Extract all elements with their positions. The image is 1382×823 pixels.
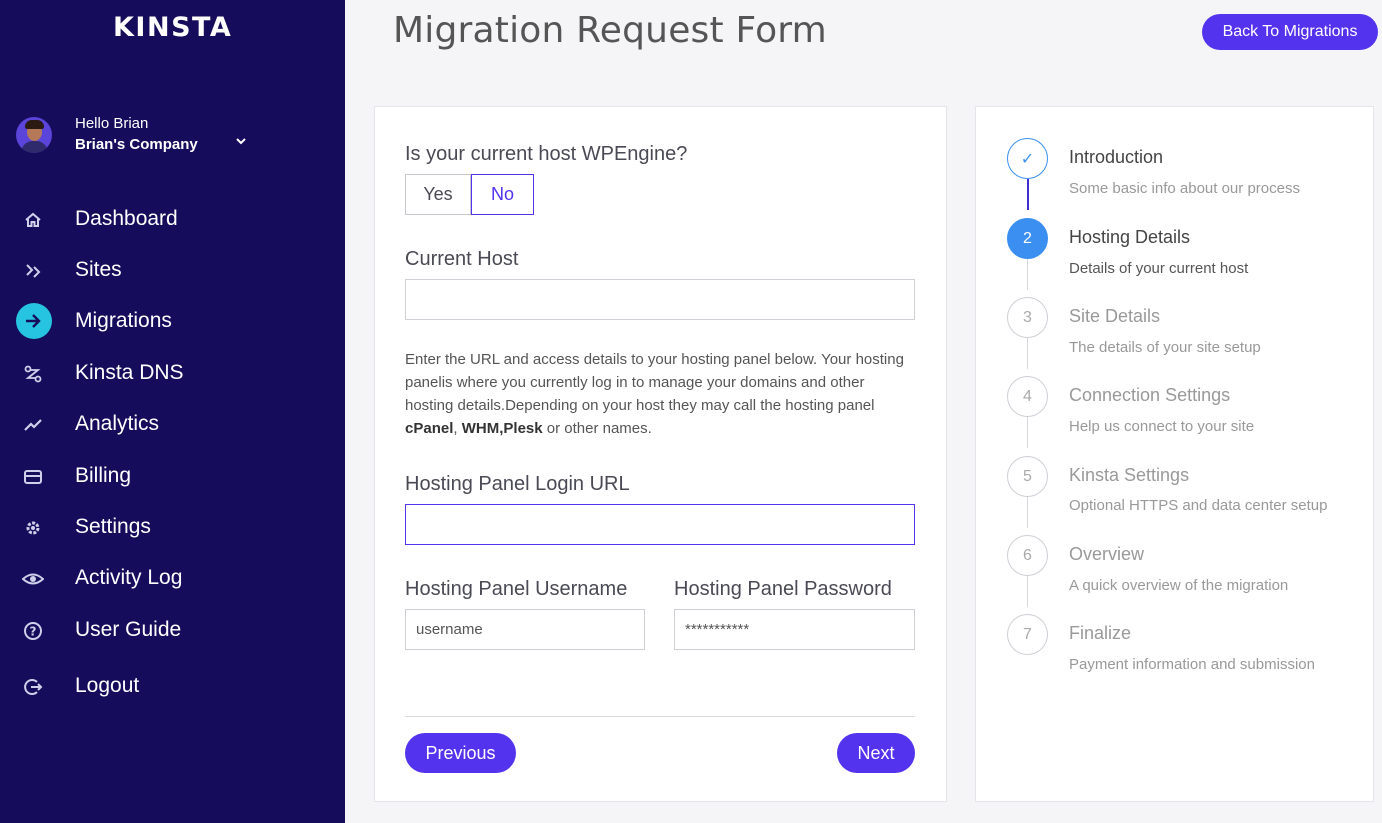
page-title: Migration Request Form [393,10,827,51]
form-divider [405,716,915,717]
user-menu[interactable]: Hello Brian Brian's Company [16,114,336,160]
sidebar-item-billing[interactable]: Billing [0,454,345,498]
step-subtitle: Payment information and submission [1069,656,1315,673]
sidebar-item-kinsta-dns[interactable]: Kinsta DNS [0,351,345,395]
username-label: Hosting Panel Username [405,578,628,600]
step-title: Kinsta Settings [1069,465,1190,485]
svg-text:?: ? [30,625,37,639]
step-connector [1027,259,1028,290]
login-url-label: Hosting Panel Login URL [405,473,630,495]
sidebar-item-logout[interactable]: Logout [0,664,345,708]
previous-button[interactable]: Previous [405,733,516,773]
help-plesk: Plesk [503,420,543,437]
greeting: Hello Brian [75,115,149,132]
check-icon[interactable]: ✓ [1007,138,1048,179]
wpengine-question: Is your current host WPEngine? [405,143,688,165]
sidebar-item-sites[interactable]: Sites [0,248,345,292]
sidebar-item-label: Billing [75,464,132,487]
sidebar-item-migrations[interactable]: Migrations [0,299,345,343]
step-connector [1027,417,1028,448]
help-whm: WHM [461,420,500,437]
sites-icon [22,260,44,282]
step-number[interactable]: 2 [1007,218,1048,259]
step-connector [1027,497,1028,528]
next-button[interactable]: Next [837,733,915,773]
step-title: Connection Settings [1069,385,1231,405]
step-number: 5 [1007,456,1048,497]
sidebar-item-label: Sites [75,258,122,281]
eye-icon [22,568,44,590]
step-title[interactable]: Introduction [1069,147,1163,168]
step-number: 6 [1007,535,1048,576]
sidebar-item-settings[interactable]: Settings [0,505,345,549]
sidebar-item-label: User Guide [75,618,182,641]
sidebar-item-label: Analytics [75,412,160,435]
sidebar-item-analytics[interactable]: Analytics [0,402,345,446]
no-option[interactable]: No [471,174,534,215]
sidebar-item-label: Settings [75,515,151,538]
help-icon: ? [22,620,44,642]
analytics-icon [22,414,44,436]
sidebar-item-label: Activity Log [75,566,183,589]
step-subtitle: Details of your current host [1069,260,1249,277]
gear-icon [22,517,44,539]
current-host-label: Current Host [405,248,519,270]
step-subtitle: Help us connect to your site [1069,418,1255,435]
password-input[interactable] [674,609,915,650]
login-url-input[interactable] [405,504,915,545]
kinsta-logo[interactable]: KINSTA [113,12,232,43]
current-host-input[interactable] [405,279,915,320]
step-number: 7 [1007,614,1048,655]
sidebar-item-label: Migrations [75,309,172,332]
step-number: 4 [1007,376,1048,417]
sidebar: KINSTA Hello Brian Brian's Company Dashb… [0,0,345,823]
step-subtitle: Optional HTTPS and data center setup [1069,497,1328,514]
yes-option[interactable]: Yes [405,174,471,215]
sidebar-item-label: Dashboard [75,207,178,230]
sidebar-item-activity-log[interactable]: Activity Log [0,556,345,600]
chevron-down-icon[interactable] [234,134,248,148]
step-number: 3 [1007,297,1048,338]
step-subtitle: A quick overview of the migration [1069,577,1289,594]
migrations-icon [16,303,52,339]
step-title[interactable]: Hosting Details [1069,227,1190,248]
step-title: Site Details [1069,306,1161,326]
help-sep: , [453,420,462,437]
home-icon [22,209,44,231]
step-connector [1027,179,1029,210]
step-connector [1027,576,1028,607]
back-to-migrations-button[interactable]: Back To Migrations [1202,14,1378,50]
help-cpanel: cPanel [405,420,454,437]
step-title: Finalize [1069,623,1132,643]
password-label: Hosting Panel Password [674,578,892,600]
dns-icon [22,363,44,385]
sidebar-item-user-guide[interactable]: ? User Guide [0,608,345,652]
wpengine-toggle: Yes No [405,174,534,215]
help-text-part: Enter the URL and access details to your… [405,351,904,414]
logout-icon [22,676,44,698]
username-input[interactable] [405,609,645,650]
steps-card [975,106,1374,802]
step-subtitle: Some basic info about our process [1069,180,1300,197]
step-title: Overview [1069,544,1145,564]
sidebar-item-label: Kinsta DNS [75,361,184,384]
billing-icon [22,466,44,488]
sidebar-item-label: Logout [75,674,140,697]
avatar [16,117,52,153]
step-connector [1027,338,1028,369]
step-subtitle: The details of your site setup [1069,339,1261,356]
help-text-end: or other names. [542,420,652,437]
company-name: Brian's Company [75,136,198,153]
help-text: Enter the URL and access details to your… [405,348,905,440]
sidebar-item-dashboard[interactable]: Dashboard [0,197,345,241]
